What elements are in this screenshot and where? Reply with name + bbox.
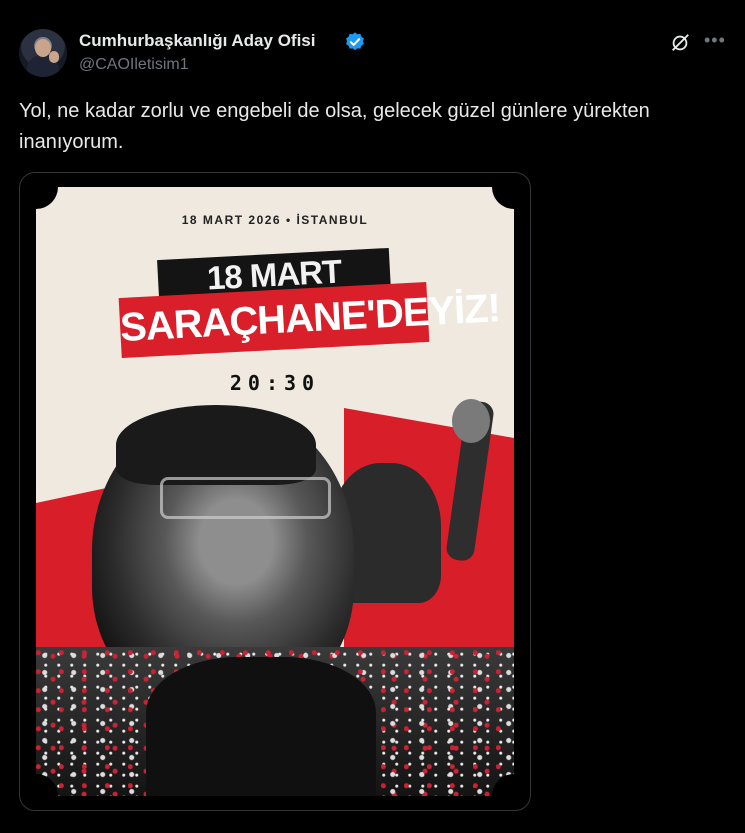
post-media[interactable]: 18 MART 2026 • İSTANBUL 18 MART GECESİ S…: [19, 172, 531, 811]
poster-raised-hand: [452, 399, 490, 443]
poster-dateline: 18 MART 2026 • İSTANBUL: [181, 213, 369, 227]
post-text: Yol, ne kadar zorlu ve engebeli de olsa,…: [19, 100, 650, 153]
poster-portrait-suit: [146, 657, 376, 796]
verified-badge-icon: [346, 32, 364, 51]
poster-portrait-glasses: [160, 477, 331, 519]
grok-icon[interactable]: [669, 32, 691, 54]
poster-time: 20:30: [229, 371, 321, 395]
more-options-icon[interactable]: •••: [704, 31, 726, 51]
author-avatar[interactable]: [19, 29, 67, 77]
poster-corner-notch: [492, 187, 514, 209]
event-poster: 18 MART 2026 • İSTANBUL 18 MART GECESİ S…: [36, 187, 514, 796]
poster-corner-notch: [36, 187, 58, 209]
poster-portrait-hair: [116, 405, 316, 485]
post-card[interactable]: Cumhurbaşkanlığı Aday Ofisi @CAOIletisim…: [0, 0, 745, 833]
avatar-hands: [49, 51, 59, 63]
author-name[interactable]: Cumhurbaşkanlığı Aday Ofisi: [79, 31, 315, 51]
author-handle[interactable]: @CAOIletisim1: [79, 56, 189, 74]
